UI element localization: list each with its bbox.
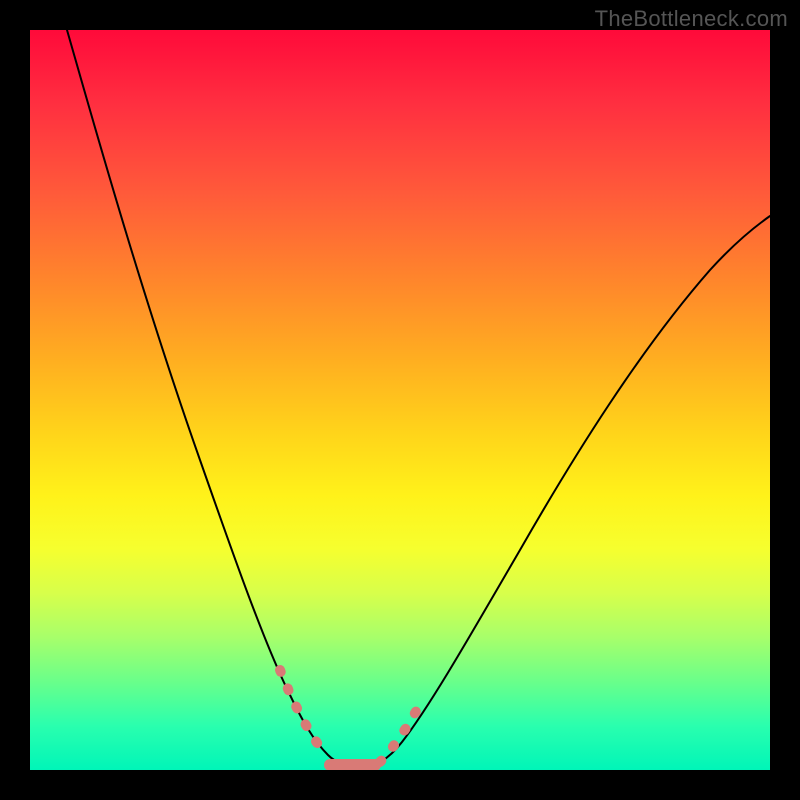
watermark-text: TheBottleneck.com xyxy=(595,6,788,32)
marker-cluster-right xyxy=(380,698,424,762)
bottleneck-curve xyxy=(67,30,770,767)
marker-cluster-left xyxy=(280,670,328,756)
chart-frame: TheBottleneck.com xyxy=(0,0,800,800)
plot-area xyxy=(30,30,770,770)
curve-layer xyxy=(30,30,770,770)
